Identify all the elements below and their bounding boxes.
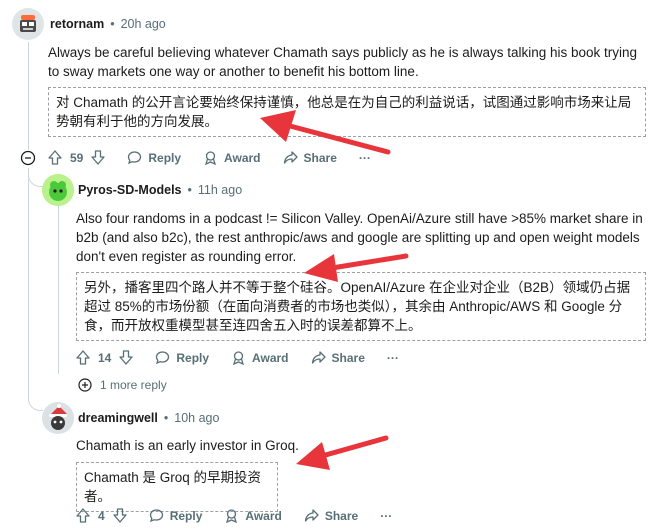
share-button[interactable]: Share [311, 350, 365, 365]
comment-actions: 59 Reply Award Share ··· [48, 150, 393, 165]
comment-actions: 4 Reply Award Share ··· [76, 508, 414, 523]
avatar[interactable] [42, 402, 74, 434]
award-label: Award [224, 150, 261, 165]
thread-line-reply-1 [58, 206, 59, 374]
timestamp[interactable]: 10h ago [174, 411, 219, 425]
vote-group: 14 [76, 350, 134, 365]
expand-icon [78, 378, 92, 392]
award-icon [233, 351, 245, 365]
username[interactable]: retornam [50, 17, 104, 31]
award-label: Award [252, 350, 289, 365]
santa-avatar-icon [42, 402, 74, 434]
downvote-icon[interactable] [113, 508, 127, 523]
more-replies-label: 1 more reply [100, 378, 167, 392]
comment-body: Chamath is an early investor in Groq. [76, 438, 299, 453]
comment-actions: 14 Reply Award Share ··· [76, 350, 421, 365]
translation-box: 对 Chamath 的公开言论要始终保持谨慎，他总是在为自己的利益说话，试图通过… [48, 87, 646, 137]
upvote-icon[interactable] [76, 508, 90, 523]
more-icon: ··· [380, 508, 393, 523]
vote-count: 59 [70, 150, 84, 165]
reply-icon [156, 351, 170, 365]
share-label: Share [303, 150, 337, 165]
separator-dot: • [163, 411, 169, 425]
separator-dot: • [110, 17, 115, 31]
share-button[interactable]: Share [283, 150, 337, 165]
award-button[interactable]: Award [231, 350, 289, 365]
translation-box: 另外，播客里四个路人并不等于整个硅谷。OpenAI/Azure 在企业对企业（B… [76, 272, 646, 341]
comment-header: Pyros-SD-Models • 11h ago [78, 183, 242, 197]
award-label: Award [245, 508, 282, 523]
award-icon [226, 509, 238, 523]
avatar[interactable] [42, 174, 74, 206]
reply-button[interactable]: Reply [127, 150, 181, 165]
avatar[interactable] [12, 8, 44, 40]
more-options-button[interactable]: ··· [380, 509, 392, 523]
downvote-icon[interactable] [91, 150, 106, 165]
green-blob-avatar-icon [42, 174, 74, 206]
thread-branch [28, 172, 43, 187]
comment-header: retornam • 20h ago [50, 17, 166, 31]
translation-box: Chamath 是 Groq 的早期投资者。 [76, 462, 278, 512]
comment-header: dreamingwell • 10h ago [78, 411, 219, 425]
upvote-icon[interactable] [76, 350, 90, 365]
share-label: Share [331, 350, 365, 365]
share-button[interactable]: Share [304, 508, 358, 523]
timestamp[interactable]: 20h ago [121, 17, 166, 31]
separator-dot: • [187, 183, 192, 197]
award-button[interactable]: Award [203, 150, 261, 165]
upvote-icon[interactable] [48, 150, 62, 165]
reply-icon [149, 509, 163, 523]
vote-group: 59 [48, 150, 106, 165]
comment-body: Also four randoms in a podcast != Silico… [76, 211, 643, 264]
more-icon: ··· [386, 350, 399, 365]
share-icon [283, 151, 298, 164]
retro-avatar-icon [12, 8, 44, 40]
more-replies-button[interactable]: 1 more reply [78, 378, 167, 392]
more-icon: ··· [358, 150, 371, 165]
reply-label: Reply [148, 150, 182, 165]
timestamp[interactable]: 11h ago [198, 183, 242, 197]
award-button[interactable]: Award [224, 508, 282, 523]
username[interactable]: dreamingwell [78, 411, 158, 425]
share-label: Share [324, 508, 359, 523]
reply-label: Reply [176, 350, 210, 365]
comment-body: Always be careful believing whatever Cha… [48, 45, 638, 79]
collapse-icon [20, 150, 36, 166]
reply-label: Reply [169, 508, 203, 523]
vote-group: 4 [76, 508, 127, 523]
reply-button[interactable]: Reply [155, 350, 209, 365]
share-icon [304, 509, 319, 522]
vote-count: 14 [98, 350, 112, 365]
vote-count: 4 [98, 508, 105, 523]
thread-branch [28, 396, 43, 411]
downvote-icon[interactable] [119, 350, 134, 365]
award-icon [205, 151, 217, 165]
reply-button[interactable]: Reply [149, 508, 203, 523]
more-options-button[interactable]: ··· [359, 151, 371, 165]
username[interactable]: Pyros-SD-Models [78, 183, 182, 197]
share-icon [311, 351, 326, 364]
reply-icon [128, 151, 142, 165]
thread-line-main [28, 42, 29, 150]
collapse-thread-button[interactable] [20, 150, 36, 166]
more-options-button[interactable]: ··· [387, 351, 399, 365]
thread-line-replies [28, 168, 29, 398]
